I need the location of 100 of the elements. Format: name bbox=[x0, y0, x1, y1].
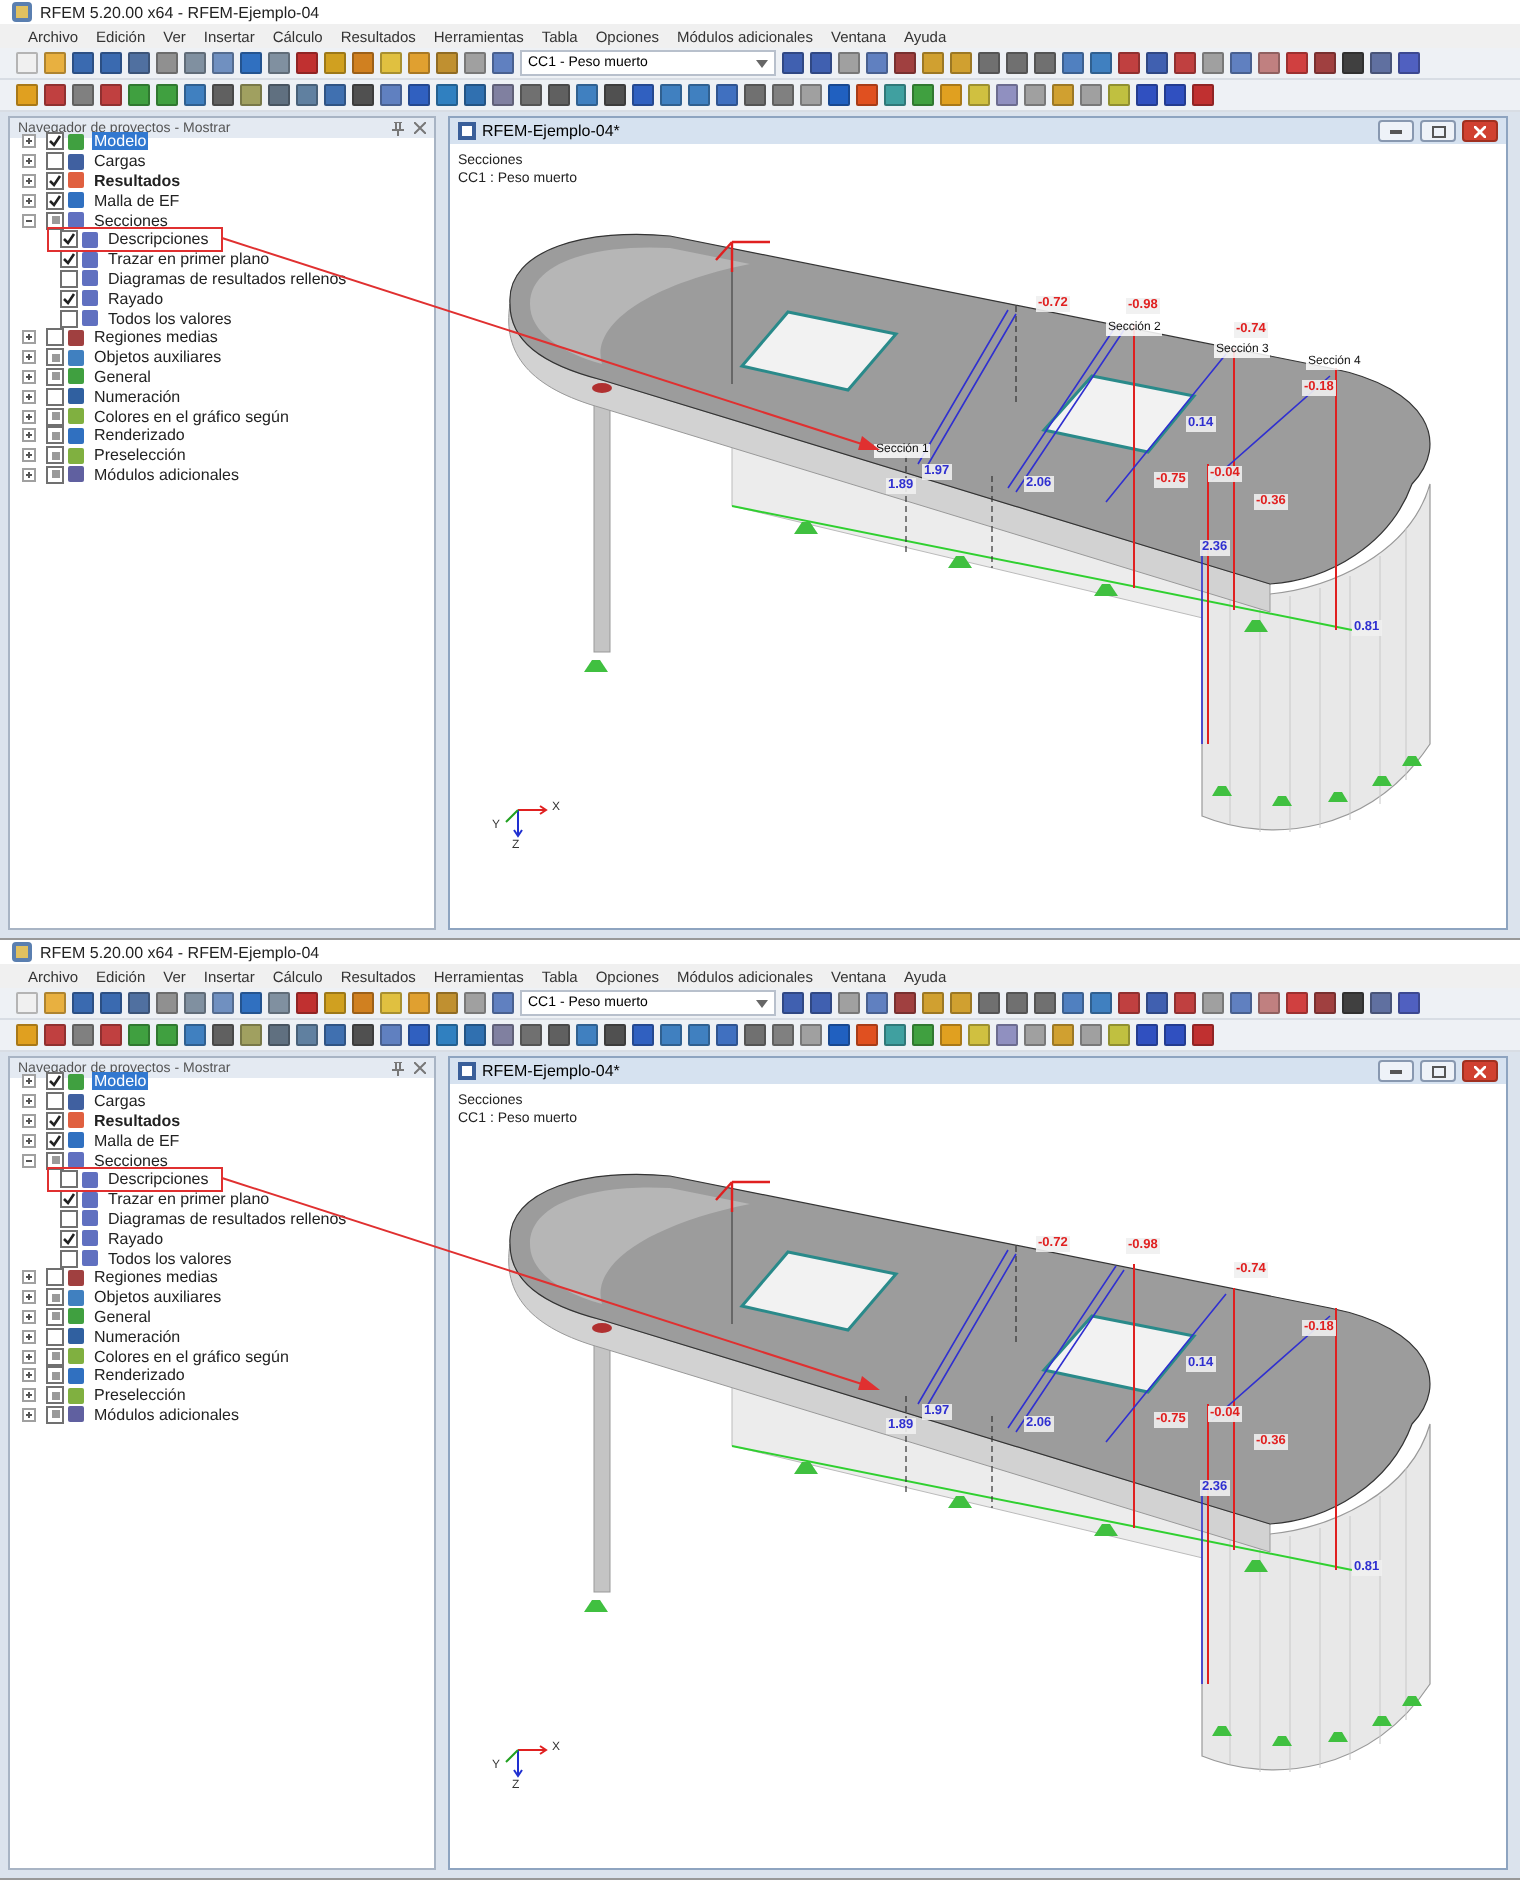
toolbar-icon[interactable] bbox=[520, 84, 542, 106]
toolbar-icon[interactable] bbox=[212, 84, 234, 106]
toolbar-icon[interactable] bbox=[1062, 52, 1084, 74]
expander-icon[interactable] bbox=[22, 1113, 36, 1128]
tree-item[interactable]: Preselección bbox=[92, 446, 188, 465]
expander-icon[interactable] bbox=[22, 330, 36, 345]
toolbar-icon[interactable] bbox=[240, 1024, 262, 1046]
toolbar-icon[interactable] bbox=[1314, 52, 1336, 74]
tree-item[interactable]: Modelo bbox=[92, 1072, 149, 1091]
toolbar-icon[interactable] bbox=[688, 84, 710, 106]
toolbar-icon[interactable] bbox=[212, 992, 234, 1014]
toolbar-icon[interactable] bbox=[268, 1024, 290, 1046]
toolbar-icon[interactable] bbox=[1258, 992, 1280, 1014]
pin-icon[interactable] bbox=[392, 121, 404, 135]
checkbox[interactable] bbox=[60, 230, 78, 249]
toolbar-icon[interactable] bbox=[604, 1024, 626, 1046]
toolbar-icon[interactable] bbox=[72, 52, 94, 74]
expander-icon[interactable] bbox=[22, 1309, 36, 1324]
close-icon[interactable] bbox=[414, 122, 426, 134]
expander-icon[interactable] bbox=[22, 1094, 36, 1109]
minimize-button[interactable] bbox=[1378, 1060, 1414, 1082]
tree-item[interactable]: Descripciones bbox=[106, 1170, 211, 1189]
toolbar-icon[interactable] bbox=[352, 52, 374, 74]
toolbar-icon[interactable] bbox=[950, 992, 972, 1014]
toolbar-icon[interactable] bbox=[16, 992, 38, 1014]
toolbar-icon[interactable] bbox=[782, 52, 804, 74]
toolbar-icon[interactable] bbox=[1230, 52, 1252, 74]
toolbar-icon[interactable] bbox=[1370, 52, 1392, 74]
toolbar-icon[interactable] bbox=[866, 52, 888, 74]
toolbar-icon[interactable] bbox=[576, 1024, 598, 1046]
checkbox[interactable] bbox=[60, 289, 78, 308]
toolbar-icon[interactable] bbox=[1342, 52, 1364, 74]
toolbar-icon[interactable] bbox=[492, 84, 514, 106]
toolbar-icon[interactable] bbox=[1202, 52, 1224, 74]
tree-item[interactable]: Trazar en primer plano bbox=[106, 250, 272, 269]
expander-icon[interactable] bbox=[22, 428, 36, 443]
tree-item[interactable]: Numeración bbox=[92, 1327, 183, 1346]
tree-item[interactable]: Módulos adicionales bbox=[92, 1405, 241, 1424]
toolbar-icon[interactable] bbox=[1164, 1024, 1186, 1046]
toolbar-icon[interactable] bbox=[44, 1024, 66, 1046]
close-icon[interactable] bbox=[414, 1062, 426, 1074]
toolbar-icon[interactable] bbox=[240, 84, 262, 106]
expander-icon[interactable] bbox=[22, 350, 36, 365]
expander-icon[interactable] bbox=[22, 1349, 36, 1364]
tree-item[interactable]: Malla de EF bbox=[92, 191, 182, 210]
toolbar-icon[interactable] bbox=[912, 1024, 934, 1046]
toolbar-icon[interactable] bbox=[950, 52, 972, 74]
toolbar-icon[interactable] bbox=[44, 992, 66, 1014]
tree-item[interactable]: Cargas bbox=[92, 1092, 148, 1111]
tree-item[interactable]: Trazar en primer plano bbox=[106, 1190, 272, 1209]
toolbar-icon[interactable] bbox=[352, 84, 374, 106]
tree-item[interactable]: Rayado bbox=[106, 289, 166, 308]
toolbar-icon[interactable] bbox=[72, 84, 94, 106]
toolbar-icon[interactable] bbox=[828, 84, 850, 106]
toolbar-icon[interactable] bbox=[1146, 52, 1168, 74]
toolbar-icon[interactable] bbox=[1024, 1024, 1046, 1046]
checkbox[interactable] bbox=[46, 1288, 64, 1307]
toolbar-icon[interactable] bbox=[856, 1024, 878, 1046]
toolbar-icon[interactable] bbox=[296, 1024, 318, 1046]
toolbar-icon[interactable] bbox=[800, 84, 822, 106]
toolbar-icon[interactable] bbox=[128, 1024, 150, 1046]
restore-button[interactable] bbox=[1420, 1060, 1456, 1082]
expander-icon[interactable] bbox=[22, 134, 36, 149]
toolbar-icon[interactable] bbox=[324, 1024, 346, 1046]
toolbar-icon[interactable] bbox=[1034, 992, 1056, 1014]
toolbar-icon[interactable] bbox=[1398, 52, 1420, 74]
tree-item[interactable]: Numeración bbox=[92, 387, 183, 406]
toolbar-icon[interactable] bbox=[1108, 1024, 1130, 1046]
toolbar-icon[interactable] bbox=[1370, 992, 1392, 1014]
toolbar-icon[interactable] bbox=[492, 1024, 514, 1046]
checkbox[interactable] bbox=[46, 171, 64, 190]
expander-icon[interactable] bbox=[22, 1407, 36, 1422]
toolbar-icon[interactable] bbox=[44, 52, 66, 74]
toolbar-icon[interactable] bbox=[838, 992, 860, 1014]
toolbar-icon[interactable] bbox=[968, 84, 990, 106]
expander-icon[interactable] bbox=[22, 1133, 36, 1148]
toolbar-icon[interactable] bbox=[212, 1024, 234, 1046]
toolbar-icon[interactable] bbox=[296, 52, 318, 74]
toolbar-icon[interactable] bbox=[408, 52, 430, 74]
toolbar-icon[interactable] bbox=[1006, 992, 1028, 1014]
tree-item[interactable]: Secciones bbox=[92, 1151, 170, 1170]
checkbox[interactable] bbox=[60, 1170, 78, 1189]
checkbox[interactable] bbox=[46, 426, 64, 445]
minimize-button[interactable] bbox=[1378, 120, 1414, 142]
tree-item[interactable]: Regiones medias bbox=[92, 1268, 220, 1287]
toolbar-icon[interactable] bbox=[16, 52, 38, 74]
tree-item[interactable]: Regiones medias bbox=[92, 328, 220, 347]
toolbar-icon[interactable] bbox=[810, 52, 832, 74]
toolbar-icon[interactable] bbox=[464, 52, 486, 74]
toolbar-icon[interactable] bbox=[1136, 84, 1158, 106]
toolbar-icon[interactable] bbox=[268, 84, 290, 106]
toolbar-icon[interactable] bbox=[436, 52, 458, 74]
toolbar-icon[interactable] bbox=[1052, 84, 1074, 106]
toolbar-icon[interactable] bbox=[1146, 992, 1168, 1014]
tree-item[interactable]: Secciones bbox=[92, 211, 170, 230]
tree-item[interactable]: Preselección bbox=[92, 1386, 188, 1405]
toolbar-icon[interactable] bbox=[16, 84, 38, 106]
toolbar-icon[interactable] bbox=[810, 992, 832, 1014]
tree-item[interactable]: Módulos adicionales bbox=[92, 465, 241, 484]
toolbar-icon[interactable] bbox=[978, 52, 1000, 74]
